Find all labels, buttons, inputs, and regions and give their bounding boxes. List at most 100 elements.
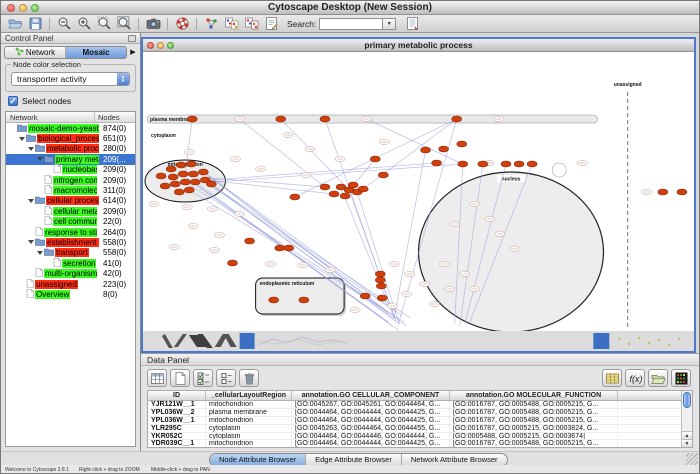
search-input[interactable] <box>319 18 383 30</box>
tab-overflow-arrow[interactable]: ▶ <box>129 48 137 56</box>
network-node[interactable] <box>320 116 330 122</box>
network-node[interactable] <box>478 161 488 167</box>
search-dropdown-button[interactable]: ▾ <box>383 18 396 30</box>
zoom-in-button[interactable] <box>74 15 94 32</box>
tab-network[interactable]: Network <box>5 47 66 58</box>
network-canvas[interactable]: plasma membranecytoplasmmitochondrionnuc… <box>143 52 694 331</box>
network-node[interactable] <box>170 181 180 187</box>
table-row[interactable]: YKR052Ccytoplasm[GO:0044464, GO:0044446,… <box>148 433 692 441</box>
open-file-button[interactable] <box>5 15 25 32</box>
tree-row[interactable]: biological_process651(0) <box>6 133 135 143</box>
formula-button[interactable]: f(x) <box>625 369 645 387</box>
tree-row[interactable]: mosaic-demo-yeast874(0) <box>6 123 135 133</box>
network-node[interactable] <box>275 245 285 251</box>
node-color-dropdown[interactable]: transporter activity ▲▼ <box>11 72 130 86</box>
tree-row[interactable]: nucleobase-209(0) <box>6 165 135 175</box>
tree-row[interactable]: macromolecule311(0) <box>6 185 135 195</box>
copy-network-style-button[interactable] <box>221 15 241 32</box>
table-row[interactable]: YPL036W__1mitochondrion[GO:0044464, GO:0… <box>148 417 692 425</box>
network-node[interactable] <box>198 169 208 175</box>
minimize-button[interactable] <box>19 4 27 12</box>
network-overview-button[interactable] <box>201 15 221 32</box>
network-graph[interactable]: plasma membranecytoplasmmitochondrionnuc… <box>143 52 694 331</box>
scroll-down-button[interactable]: ▼ <box>682 439 692 447</box>
tree-row[interactable]: transport558(0) <box>6 248 135 258</box>
network-node[interactable] <box>370 156 380 162</box>
table-header-cell[interactable]: annotation.GO MOLECULAR_FUNCTION <box>450 391 618 400</box>
select-attributes-button[interactable] <box>193 369 213 387</box>
apply-network-style-button[interactable] <box>241 15 261 32</box>
network-node[interactable] <box>174 189 184 195</box>
network-node[interactable] <box>284 245 294 251</box>
network-node[interactable] <box>299 297 309 303</box>
snapshot-button[interactable] <box>143 15 163 32</box>
tree-row[interactable]: Overview8(0) <box>6 289 135 299</box>
network-node[interactable] <box>156 173 166 179</box>
select-columns-button[interactable] <box>147 369 167 387</box>
tree-header-network[interactable]: Network <box>6 112 95 122</box>
network-node[interactable] <box>340 193 350 199</box>
zoom-selected-button[interactable] <box>94 15 114 32</box>
network-node[interactable] <box>452 116 462 122</box>
network-edge[interactable] <box>213 164 462 182</box>
table-header-cell[interactable]: annotation.GO CELLULAR_COMPONENT <box>292 391 450 400</box>
list-attributes-button[interactable] <box>216 369 236 387</box>
tree-row[interactable]: cellular metabo209(0) <box>6 206 135 216</box>
network-node[interactable] <box>432 160 442 166</box>
network-node[interactable] <box>166 166 176 172</box>
network-node[interactable] <box>180 179 190 185</box>
network-node[interactable] <box>329 191 339 197</box>
network-node[interactable] <box>186 161 196 167</box>
network-node[interactable] <box>190 179 200 185</box>
network-node[interactable] <box>658 189 668 195</box>
network-node[interactable] <box>187 116 197 122</box>
matrix-view-button[interactable] <box>671 369 691 387</box>
table-row[interactable]: YLR295Ccytoplasm[GO:0045263, GO:0044464,… <box>148 425 692 433</box>
tree-row[interactable]: primary metabo209(... <box>6 154 135 164</box>
network-node[interactable] <box>360 293 370 299</box>
tree-row[interactable]: metabolic process280(0) <box>6 144 135 154</box>
tree-row[interactable]: cellular process614(0) <box>6 196 135 206</box>
help-ring-button[interactable] <box>172 15 192 32</box>
tree-row[interactable]: secretion41(0) <box>6 258 135 268</box>
network-node[interactable] <box>184 187 194 193</box>
zoom-window-button[interactable] <box>31 4 39 12</box>
network-node[interactable] <box>206 181 216 187</box>
tab-mosaic[interactable]: Mosaic <box>66 47 126 58</box>
scroll-up-button[interactable]: ▲ <box>682 431 692 439</box>
network-node[interactable] <box>178 171 188 177</box>
import-table-button[interactable] <box>402 15 422 32</box>
network-node[interactable] <box>439 146 449 152</box>
disclosure-triangle-icon[interactable] <box>19 137 25 141</box>
network-node[interactable] <box>458 161 468 167</box>
network-node[interactable] <box>377 295 387 301</box>
create-attribute-button[interactable] <box>170 369 190 387</box>
network-close-button[interactable] <box>147 42 154 49</box>
network-node[interactable] <box>514 161 524 167</box>
table-header-cell[interactable]: _cellularLayoutRegion <box>206 391 292 400</box>
annotation-button[interactable] <box>261 15 281 32</box>
table-row[interactable]: YDR039C__1mitochondrion[GO:0044464, GO:0… <box>148 440 692 448</box>
disclosure-triangle-icon[interactable] <box>37 157 43 161</box>
network-node[interactable] <box>457 141 467 147</box>
disclosure-triangle-icon[interactable] <box>28 240 34 244</box>
scrollbar-thumb[interactable] <box>683 392 691 408</box>
network-node[interactable] <box>276 116 286 122</box>
network-node[interactable] <box>375 277 385 283</box>
network-node[interactable] <box>188 171 198 177</box>
network-node[interactable] <box>176 162 186 168</box>
disclosure-triangle-icon[interactable] <box>28 147 34 151</box>
zoom-fit-button[interactable] <box>114 15 134 32</box>
resize-grip[interactable] <box>686 453 698 465</box>
open-attributes-button[interactable] <box>648 369 668 387</box>
tree-row[interactable]: response to stimulu264(0) <box>6 227 135 237</box>
select-nodes-checkbox[interactable]: ✓ <box>8 96 18 106</box>
network-node[interactable] <box>527 161 537 167</box>
network-edge[interactable] <box>363 119 457 189</box>
network-node[interactable] <box>358 186 368 192</box>
network-node[interactable] <box>227 260 237 266</box>
zoom-out-button[interactable] <box>54 15 74 32</box>
network-node[interactable] <box>290 194 300 200</box>
network-node[interactable] <box>421 147 431 153</box>
network-node[interactable] <box>375 271 385 277</box>
